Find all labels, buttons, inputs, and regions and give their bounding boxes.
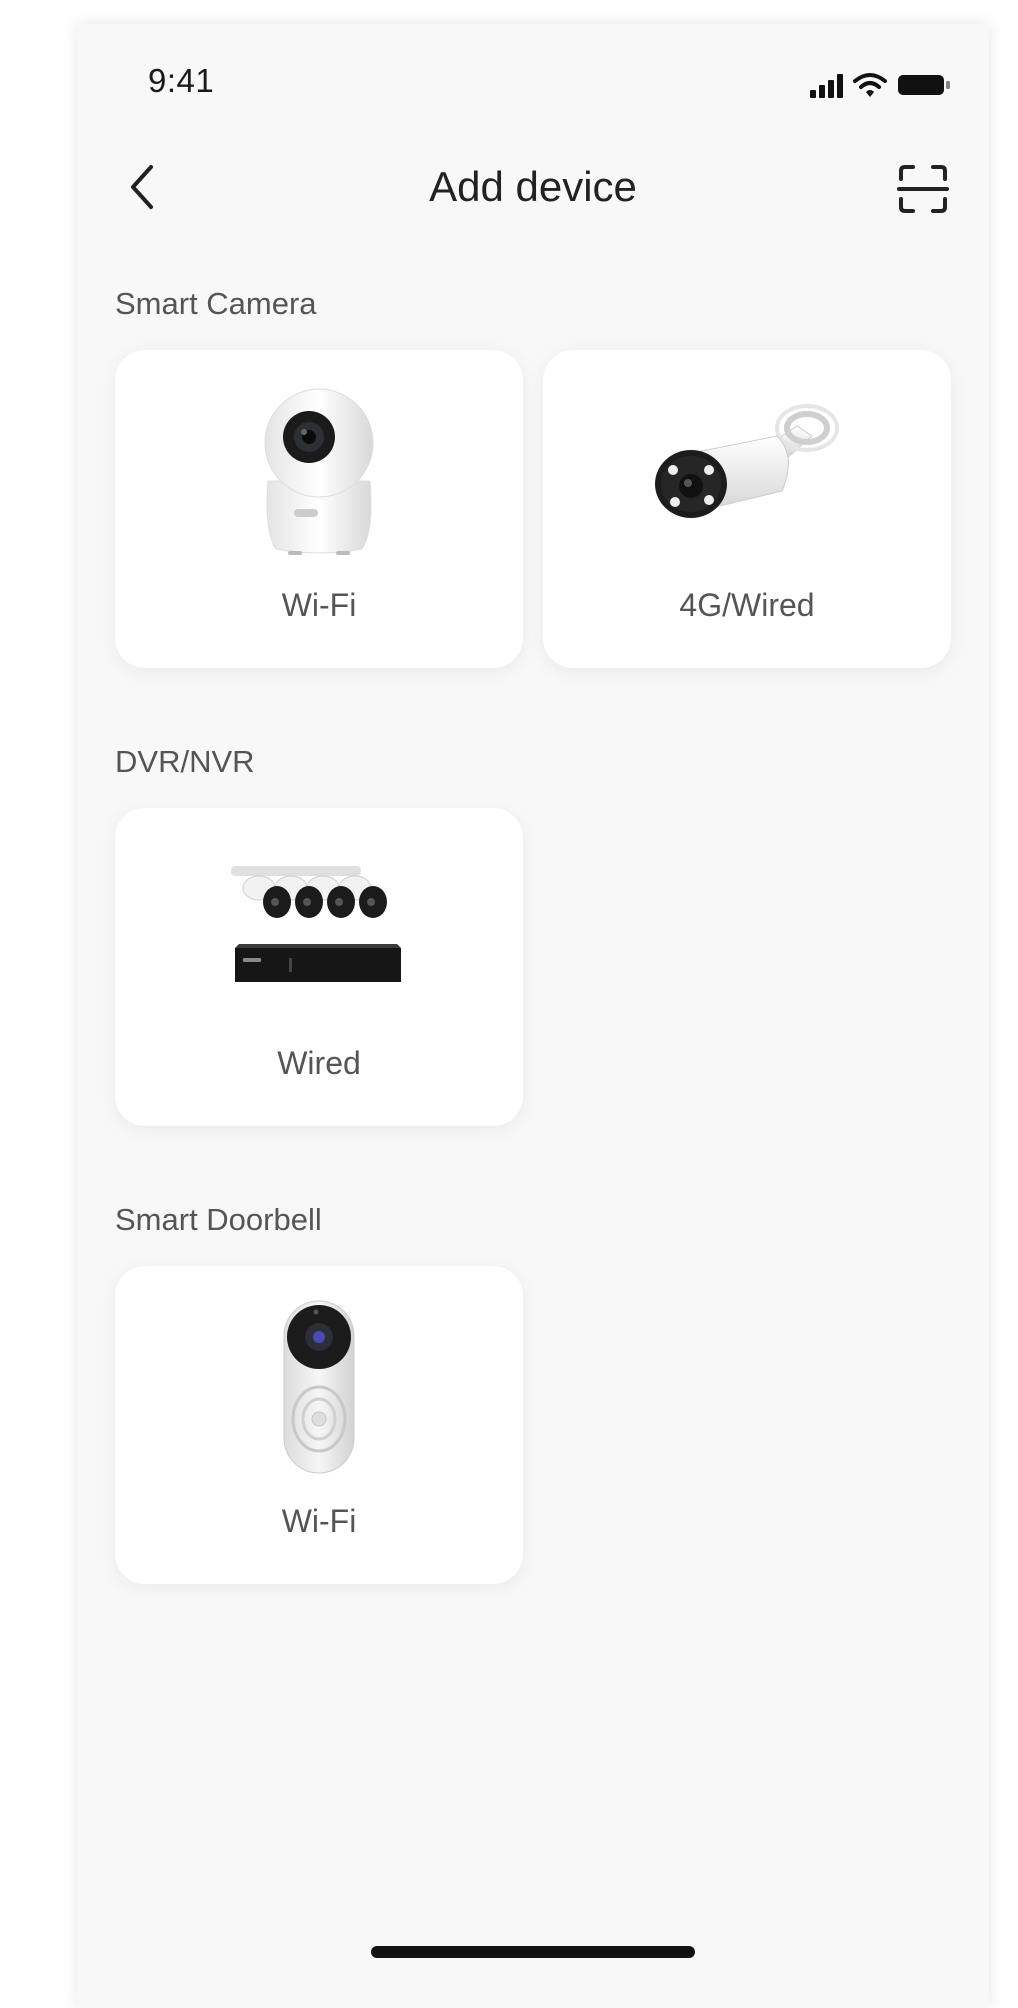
device-card-camera-wifi[interactable]: Wi-Fi <box>115 350 523 668</box>
phone-screen: 9:41 Add device Smart Camera Wi-Fi 4G/Wi… <box>77 24 989 2008</box>
nav-bar: Add device <box>77 149 989 229</box>
device-label: Wi-Fi <box>281 587 357 623</box>
status-icons <box>810 66 951 98</box>
section-title-smart-doorbell: Smart Doorbell <box>115 1202 322 1237</box>
battery-icon <box>898 75 950 95</box>
home-indicator <box>371 1946 695 1958</box>
signal-icon <box>810 74 843 98</box>
device-card-camera-4g-wired[interactable]: 4G/Wired <box>543 350 951 668</box>
device-label: Wired <box>277 1045 361 1081</box>
status-bar: 9:41 <box>77 24 989 134</box>
device-card-nvr-wired[interactable]: Wired <box>115 808 523 1126</box>
video-doorbell-icon <box>283 1300 355 1474</box>
device-label: 4G/Wired <box>679 587 815 623</box>
section-title-smart-camera: Smart Camera <box>115 286 317 321</box>
page-title: Add device <box>429 163 637 210</box>
device-card-doorbell-wifi[interactable]: Wi-Fi <box>115 1266 523 1584</box>
pan-tilt-camera-icon <box>264 388 374 555</box>
wifi-icon <box>853 73 887 97</box>
nvr-kit-icon <box>231 866 401 982</box>
status-time: 9:41 <box>148 62 215 99</box>
scan-icon <box>897 165 949 213</box>
bullet-camera-icon <box>655 404 839 518</box>
section-title-dvr-nvr: DVR/NVR <box>115 744 255 779</box>
scan-button[interactable] <box>895 161 951 217</box>
device-label: Wi-Fi <box>281 1503 357 1539</box>
